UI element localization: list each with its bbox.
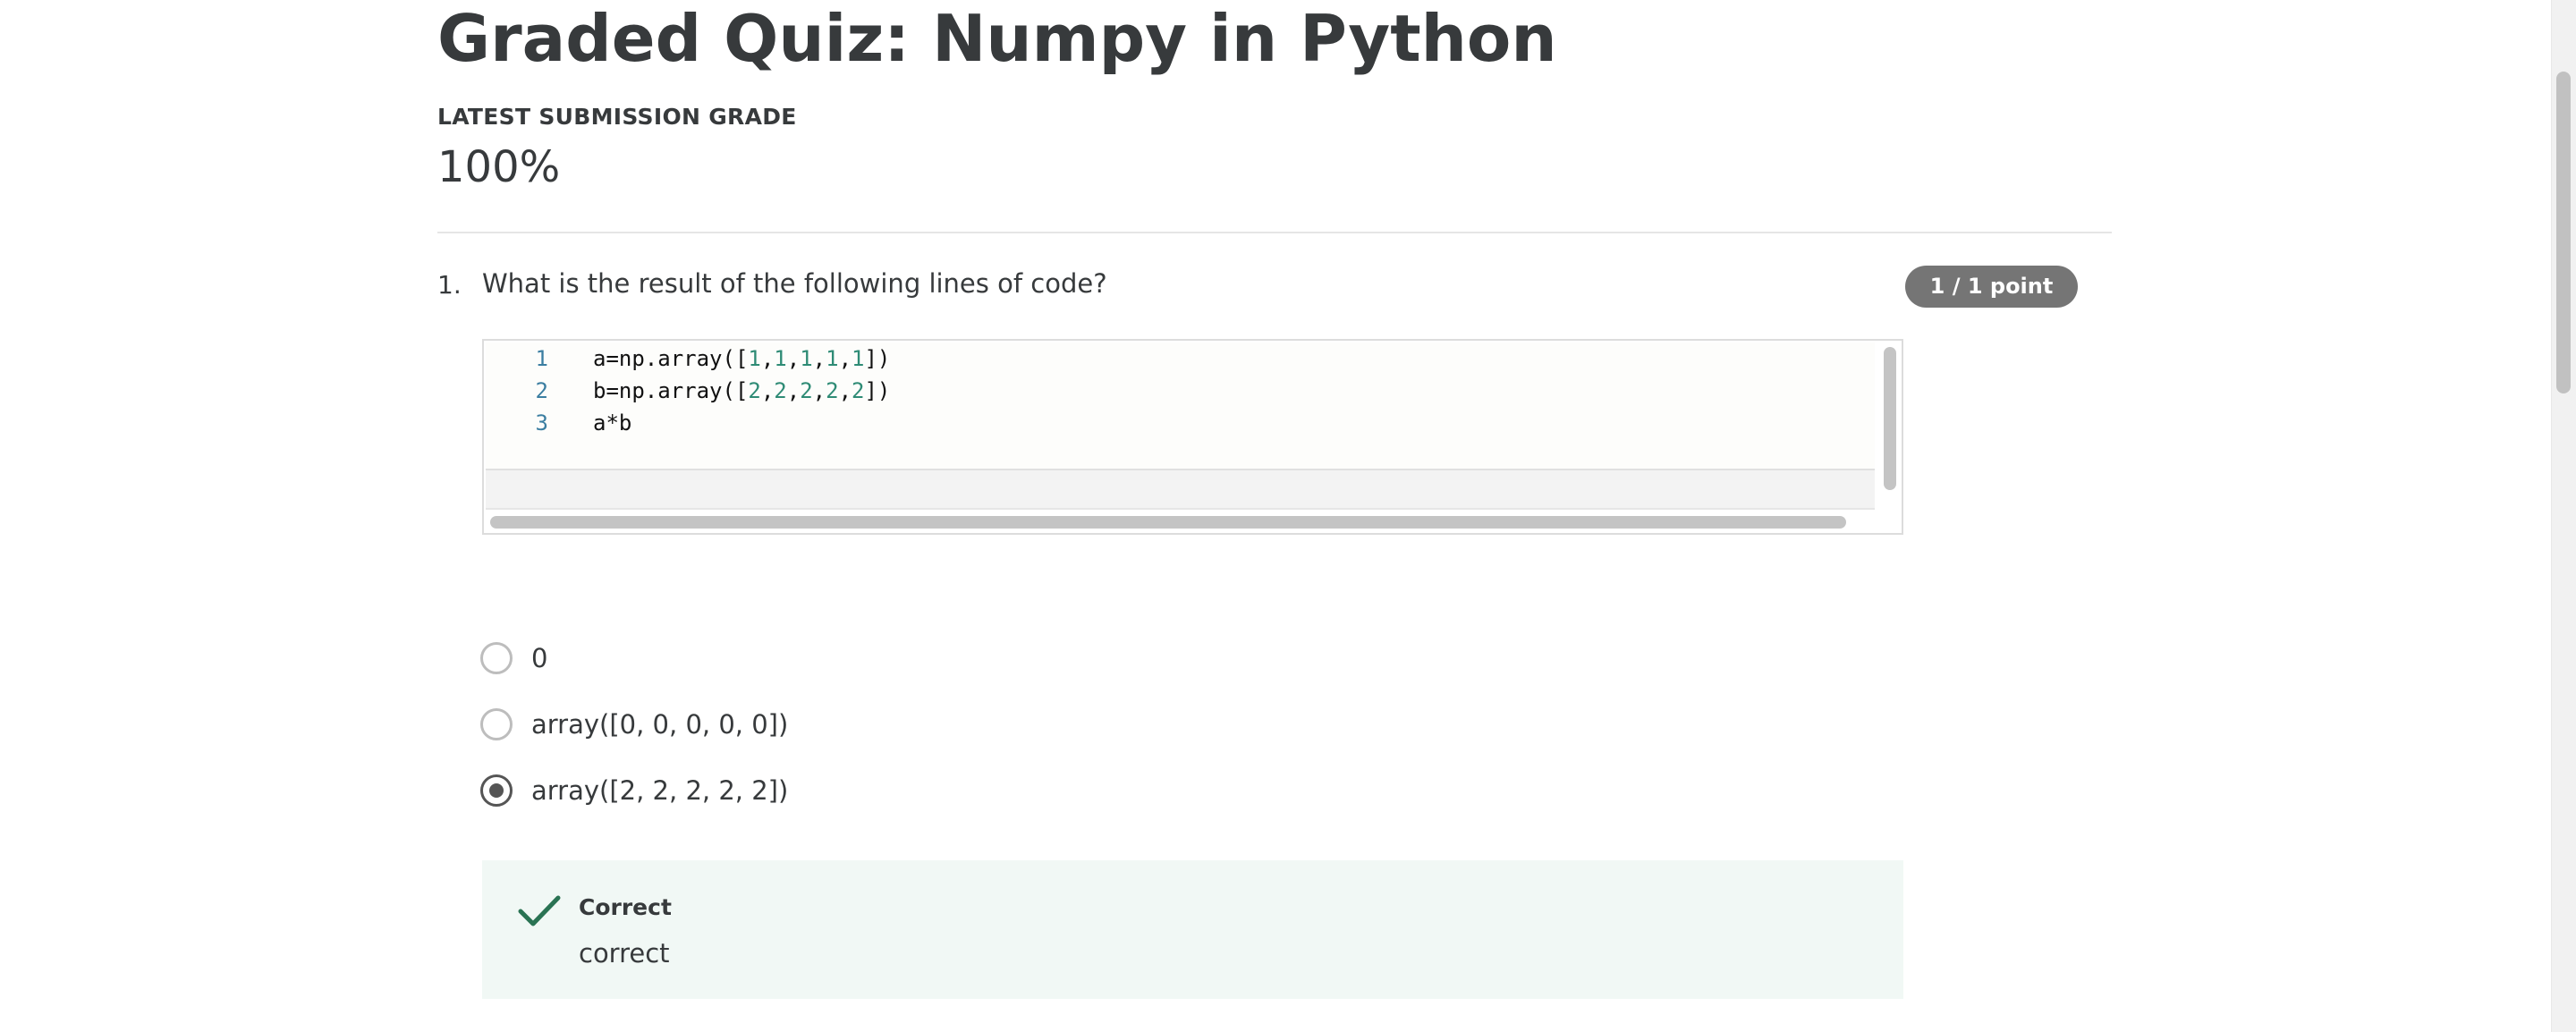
points-badge: 1 / 1 point — [1905, 266, 2078, 308]
code-text: b=np.array([2,2,2,2,2]) — [593, 378, 891, 403]
radio-button-selected[interactable] — [480, 774, 513, 807]
code-block[interactable]: 1 a=np.array([1,1,1,1,1]) 2 b=np.array([… — [482, 339, 1903, 535]
grade-value: 100% — [437, 142, 561, 192]
code-line: 3 a*b — [486, 407, 1875, 439]
feedback-title: Correct — [579, 894, 672, 920]
page-scrollbar-thumb[interactable] — [2556, 72, 2571, 393]
page-title: Graded Quiz: Numpy in Python — [437, 1, 1557, 76]
line-number: 2 — [535, 378, 548, 403]
code-vertical-scrollbar[interactable] — [1884, 347, 1896, 490]
code-text: a=np.array([1,1,1,1,1]) — [593, 346, 891, 371]
checkmark-icon — [518, 894, 561, 928]
option-label: array([0, 0, 0, 0, 0]) — [531, 709, 789, 740]
line-number: 3 — [535, 410, 548, 436]
radio-button[interactable] — [480, 708, 513, 740]
divider — [437, 232, 2112, 233]
option-label: 0 — [531, 643, 548, 673]
option-label: array([2, 2, 2, 2, 2]) — [531, 775, 789, 806]
code-output-area — [486, 470, 1875, 510]
grade-label: LATEST SUBMISSION GRADE — [437, 104, 797, 130]
question-text: What is the result of the following line… — [482, 268, 1107, 299]
question-number: 1. — [437, 270, 462, 300]
code-line: 2 b=np.array([2,2,2,2,2]) — [486, 375, 1875, 407]
feedback-text: correct — [579, 938, 670, 969]
code-text: a*b — [593, 410, 632, 436]
feedback-panel: Correct correct — [482, 860, 1903, 999]
code-editor[interactable]: 1 a=np.array([1,1,1,1,1]) 2 b=np.array([… — [486, 343, 1875, 470]
quiz-page: Graded Quiz: Numpy in Python LATEST SUBM… — [0, 0, 2576, 1032]
code-line: 1 a=np.array([1,1,1,1,1]) — [486, 343, 1875, 375]
code-horizontal-scrollbar[interactable] — [490, 516, 1846, 529]
radio-button[interactable] — [480, 642, 513, 674]
line-number: 1 — [535, 346, 548, 371]
